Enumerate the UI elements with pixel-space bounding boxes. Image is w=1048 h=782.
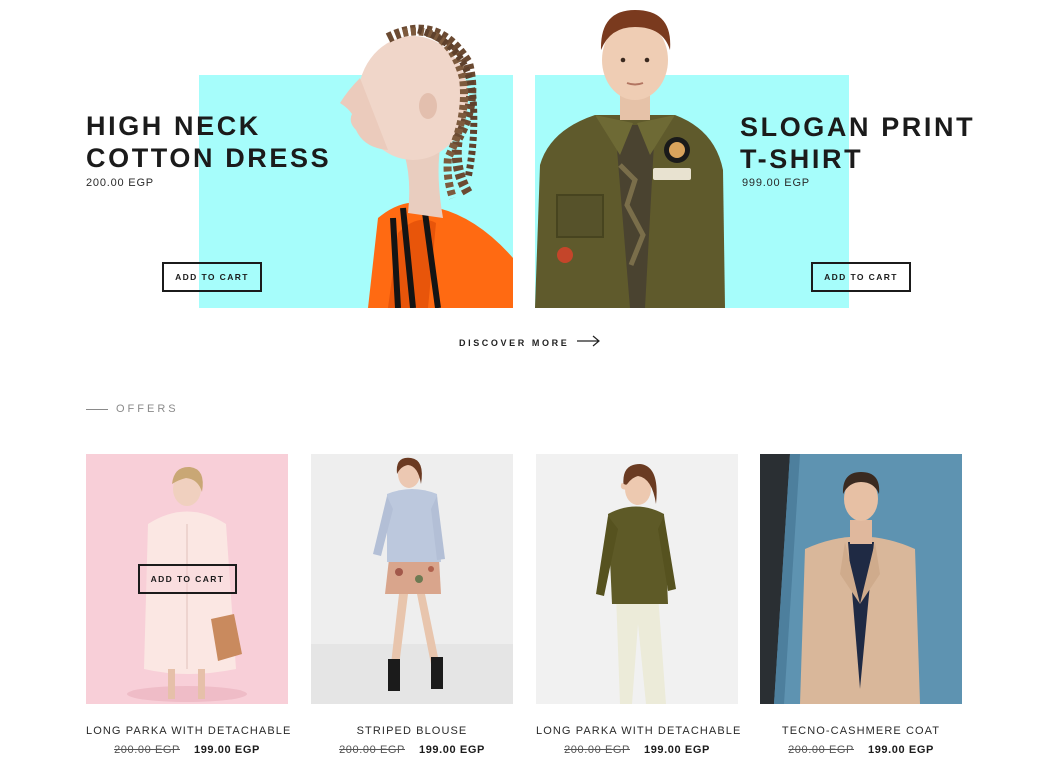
hero-2-add-to-cart-button[interactable]: ADD TO CART (811, 262, 911, 292)
product-2-model-illustration (311, 457, 513, 704)
product-1-old-price: 200.00 EGP (114, 744, 180, 756)
hero-1-add-to-cart-button[interactable]: ADD TO CART (162, 262, 262, 292)
product-3-model-illustration (596, 464, 676, 704)
product-4-name: TECNO-CASHMERE COAT (781, 725, 941, 737)
hero-2-price: 999.00 EGP (742, 177, 810, 189)
product-3-old-price: 200.00 EGP (564, 744, 630, 756)
product-1-prices: 200.00 EGP 199.00 EGP (86, 744, 288, 756)
product-3-new-price: 199.00 EGP (644, 744, 710, 756)
product-1-name: LONG PARKA WITH DETACHABLE (86, 725, 292, 737)
hero-2-model-photo[interactable] (535, 5, 735, 308)
hero-1-title-line1: HIGH NECK (86, 111, 261, 141)
product-3-name: LONG PARKA WITH DETACHABLE (536, 725, 742, 737)
product-2-old-price: 200.00 EGP (339, 744, 405, 756)
offers-heading: OFFERS (86, 403, 179, 415)
hero-2-title: SLOGAN PRINT T-SHIRT (740, 111, 975, 175)
discover-more-link[interactable]: DISCOVER MORE (459, 334, 601, 352)
offers-heading-label: OFFERS (116, 403, 179, 415)
discover-more-label: DISCOVER MORE (459, 338, 570, 348)
product-1-image[interactable]: ADD TO CART (86, 454, 288, 704)
product-1-new-price: 199.00 EGP (194, 744, 260, 756)
hero-2-title-line1: SLOGAN PRINT (740, 112, 976, 142)
product-4-old-price: 200.00 EGP (788, 744, 854, 756)
hero-1-title-line2: COTTON DRESS (86, 143, 332, 173)
offers-divider-line (86, 408, 108, 410)
arrow-right-icon (577, 334, 601, 352)
product-2-new-price: 199.00 EGP (419, 744, 485, 756)
product-4-new-price: 199.00 EGP (868, 744, 934, 756)
product-1-add-to-cart-button[interactable]: ADD TO CART (138, 564, 237, 594)
hero-2-model-illustration (535, 10, 725, 308)
product-2-image[interactable] (311, 454, 513, 704)
hero-1-model-illustration (340, 24, 513, 308)
product-2-name: STRIPED BLOUSE (356, 725, 468, 737)
hero-1-model-photo[interactable] (318, 18, 513, 308)
product-3-prices: 200.00 EGP 199.00 EGP (536, 744, 738, 756)
hero-1-price: 200.00 EGP (86, 177, 154, 189)
product-3-image[interactable] (536, 454, 738, 704)
product-4-prices: 200.00 EGP 199.00 EGP (760, 744, 962, 756)
product-2-prices: 200.00 EGP 199.00 EGP (311, 744, 513, 756)
hero-1-title: HIGH NECK COTTON DRESS (86, 110, 331, 174)
product-4-model-illustration (760, 454, 920, 704)
hero-2-title-line2: T-SHIRT (740, 144, 864, 174)
product-4-image[interactable] (760, 454, 962, 704)
